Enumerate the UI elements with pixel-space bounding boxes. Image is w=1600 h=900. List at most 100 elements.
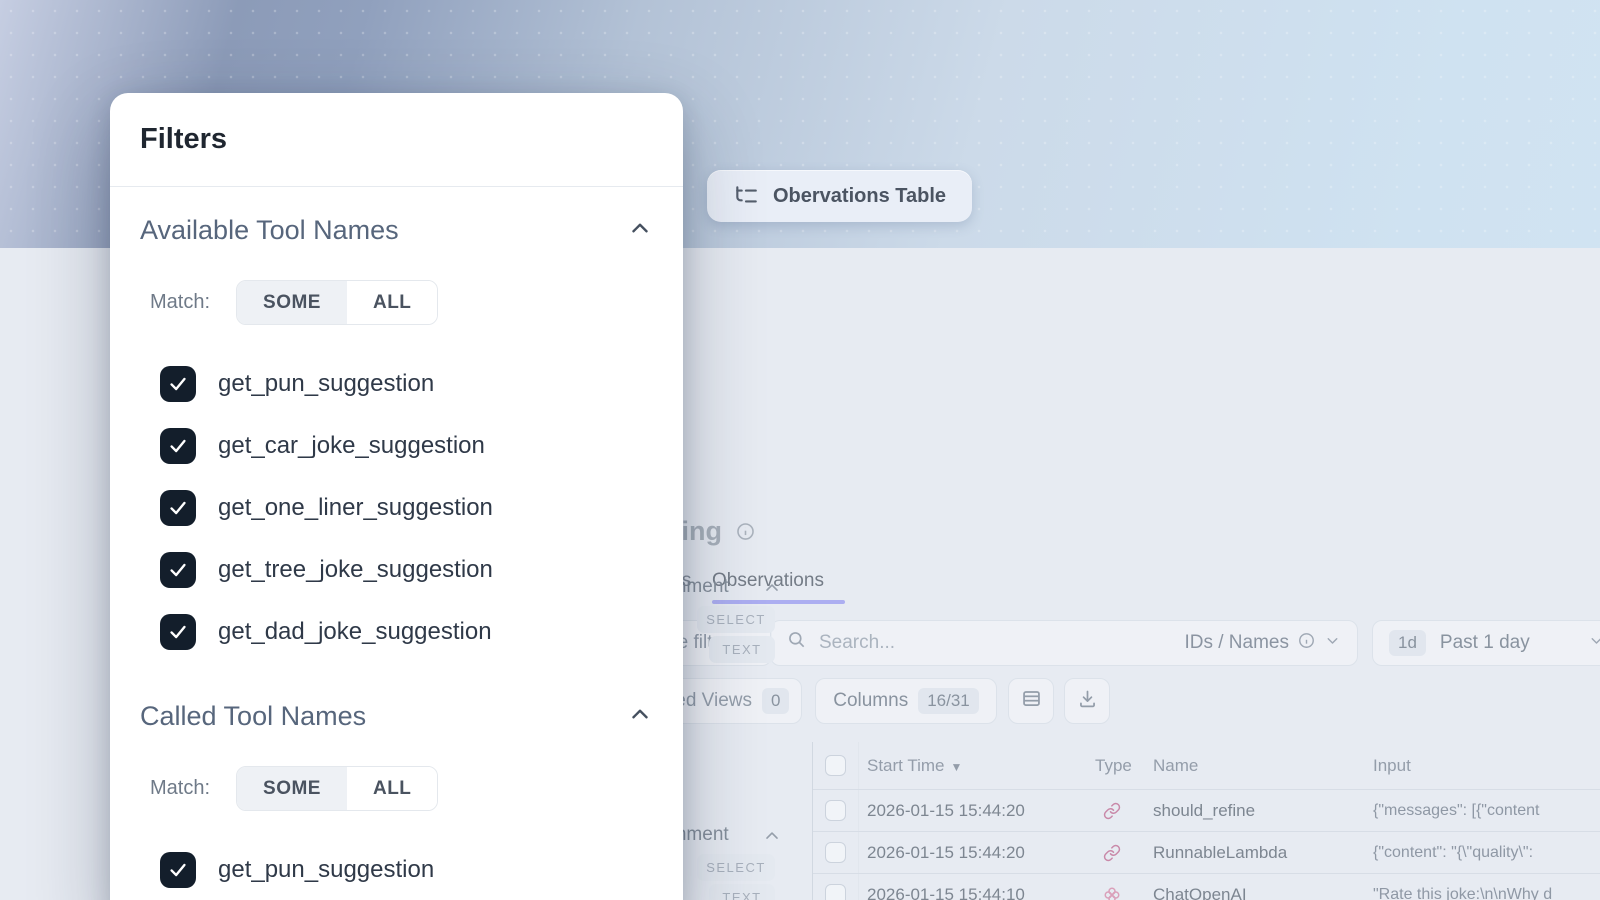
text-mode-badge[interactable]: TEXT [709, 884, 775, 900]
name-cell: should_refine [1145, 801, 1365, 821]
column-header-name[interactable]: Name [1145, 756, 1365, 776]
tool-name-label: get_one_liner_suggestion [218, 494, 493, 522]
chevron-up-icon[interactable] [627, 215, 653, 246]
date-range-control[interactable]: 1d Past 1 day [1372, 620, 1600, 666]
tool-name-label: get_dad_joke_suggestion [218, 618, 492, 646]
section-available-tool-names-header[interactable]: Available Tool Names [140, 215, 653, 246]
match-toggle: SOME ALL [236, 280, 438, 325]
chevron-up-icon[interactable] [762, 578, 782, 598]
check-icon [167, 559, 189, 581]
modal-title: Filters [140, 93, 653, 156]
search-box[interactable]: IDs / Names [770, 620, 1358, 666]
match-option-some[interactable]: SOME [237, 281, 347, 324]
view-button-label: Obervations Table [773, 185, 946, 208]
chain-link-icon [1103, 802, 1121, 820]
select-mode-badge[interactable]: SELECT [697, 854, 775, 881]
table-row[interactable]: 2026-01-15 15:44:10 ChatOpenAI "Rate thi… [813, 874, 1600, 900]
tool-list: get_pun_suggestion [140, 839, 653, 900]
input-cell: "Rate this joke:\n\nWhy d [1365, 886, 1600, 900]
search-icon [787, 630, 807, 656]
tool-checkbox-checked[interactable] [160, 614, 196, 650]
tool-filter-item[interactable]: get_car_joke_suggestion [140, 415, 653, 477]
row-checkbox[interactable] [825, 842, 846, 863]
chain-link-icon [1103, 844, 1121, 862]
select-all-cell [813, 742, 859, 789]
generation-clover-icon [1103, 886, 1121, 900]
rows-icon [1021, 688, 1042, 715]
tool-filter-item[interactable]: get_dad_joke_suggestion [140, 601, 653, 663]
row-checkbox-cell [813, 790, 859, 831]
row-checkbox[interactable] [825, 884, 846, 900]
input-cell: {"messages": [{"content [1365, 802, 1600, 820]
observations-table: Start Time▼ Type Name Input 2026-01-15 1… [812, 742, 1600, 900]
check-icon [167, 373, 189, 395]
select-all-checkbox[interactable] [825, 755, 846, 776]
start-time-cell: 2026-01-15 15:44:10 [859, 885, 1077, 900]
table-row[interactable]: 2026-01-15 15:44:20 should_refine {"mess… [813, 790, 1600, 832]
tool-filter-item[interactable]: get_tree_joke_suggestion [140, 539, 653, 601]
export-button[interactable] [1064, 678, 1110, 724]
row-checkbox[interactable] [825, 800, 846, 821]
type-cell [1077, 886, 1145, 900]
tool-name-label: get_pun_suggestion [218, 370, 434, 398]
column-header-input[interactable]: Input [1365, 756, 1600, 776]
match-toggle: SOME ALL [236, 766, 438, 811]
check-icon [167, 435, 189, 457]
time-range-badge: 1d [1389, 630, 1426, 656]
section-title: Available Tool Names [140, 215, 399, 246]
column-header-start-time[interactable]: Start Time▼ [859, 756, 1077, 776]
info-icon[interactable] [736, 522, 755, 541]
table-body: 2026-01-15 15:44:20 should_refine {"mess… [813, 790, 1600, 900]
table-header-row: Start Time▼ Type Name Input [813, 742, 1600, 790]
search-scope-label: IDs / Names [1184, 632, 1289, 654]
match-option-all[interactable]: ALL [347, 767, 437, 810]
tool-checkbox-checked[interactable] [160, 552, 196, 588]
row-height-button[interactable] [1008, 678, 1054, 724]
tool-name-label: get_tree_joke_suggestion [218, 556, 493, 584]
section-title: Called Tool Names [140, 701, 366, 732]
sort-desc-icon: ▼ [950, 760, 962, 774]
match-label: Match: [150, 777, 210, 800]
check-icon [167, 621, 189, 643]
row-checkbox-cell [813, 874, 859, 900]
match-row: Match: SOME ALL [140, 280, 653, 325]
select-mode-badge[interactable]: SELECT [697, 606, 775, 633]
tool-name-label: get_car_joke_suggestion [218, 432, 485, 460]
tool-filter-item[interactable]: get_one_liner_suggestion [140, 477, 653, 539]
active-tab-underline [712, 600, 845, 604]
saved-views-count-badge: 0 [762, 688, 789, 714]
section-called-tool-names-header[interactable]: Called Tool Names [140, 701, 653, 732]
start-time-cell: 2026-01-15 15:44:20 [859, 843, 1077, 863]
filters-modal: Filters Available Tool Names Match: SOME… [110, 93, 683, 900]
tool-checkbox-checked[interactable] [160, 428, 196, 464]
columns-button[interactable]: Columns 16/31 [815, 678, 997, 724]
tool-list: get_pun_suggestion get_car_joke_suggesti… [140, 353, 653, 663]
row-checkbox-cell [813, 832, 859, 873]
columns-count-badge: 16/31 [918, 688, 979, 714]
chevron-down-icon [1588, 632, 1600, 655]
table-row[interactable]: 2026-01-15 15:44:20 RunnableLambda {"con… [813, 832, 1600, 874]
text-mode-badge[interactable]: TEXT [709, 636, 775, 663]
date-range-label: Past 1 day [1440, 632, 1530, 654]
start-time-cell: 2026-01-15 15:44:20 [859, 801, 1077, 821]
tool-checkbox-checked[interactable] [160, 366, 196, 402]
search-scope-selector[interactable]: IDs / Names [1184, 632, 1341, 655]
tool-name-label: get_pun_suggestion [218, 856, 434, 884]
chevron-up-icon[interactable] [627, 701, 653, 732]
column-header-type[interactable]: Type [1077, 756, 1145, 776]
name-cell: RunnableLambda [1145, 843, 1365, 863]
search-input[interactable] [819, 632, 1172, 654]
modal-divider [110, 186, 683, 187]
observations-table-view-button[interactable]: Obervations Table [707, 170, 972, 222]
check-icon [167, 859, 189, 881]
match-option-some[interactable]: SOME [237, 767, 347, 810]
name-cell: ChatOpenAI [1145, 885, 1365, 900]
tool-filter-item[interactable]: get_pun_suggestion [140, 839, 653, 900]
match-option-all[interactable]: ALL [347, 281, 437, 324]
tool-filter-item[interactable]: get_pun_suggestion [140, 353, 653, 415]
scope-info-icon [1298, 632, 1315, 655]
chevron-up-icon[interactable] [762, 826, 782, 846]
type-cell [1077, 802, 1145, 820]
tool-checkbox-checked[interactable] [160, 852, 196, 888]
tool-checkbox-checked[interactable] [160, 490, 196, 526]
